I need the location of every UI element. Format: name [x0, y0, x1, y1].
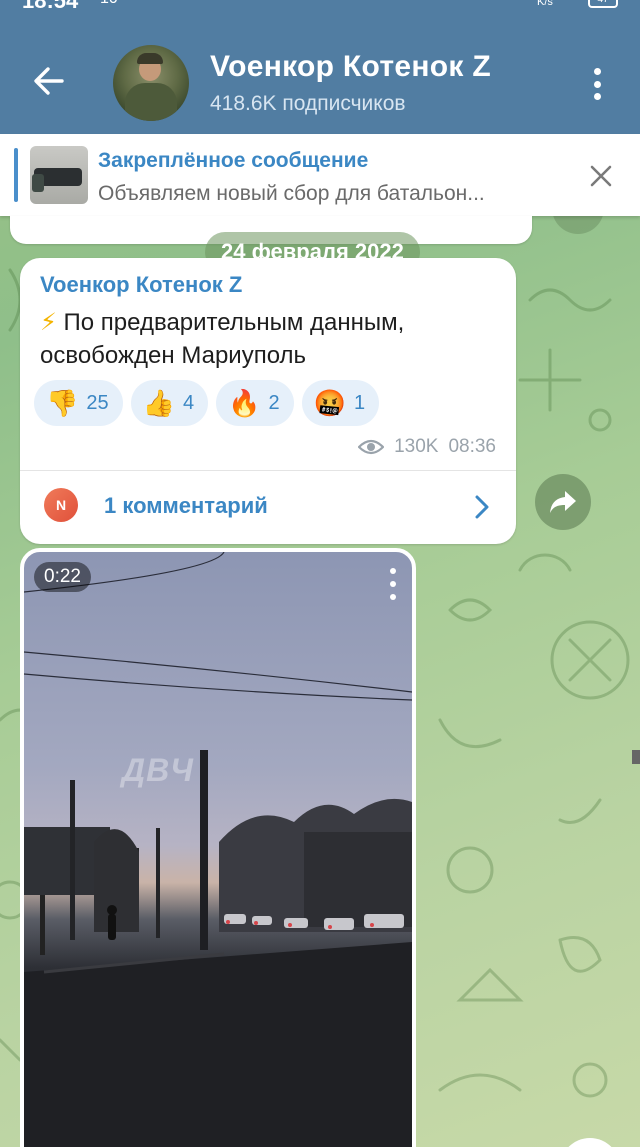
channel-avatar[interactable] [113, 45, 189, 121]
pinned-message-bar[interactable]: Закреплённое сообщение Объявляем новый с… [0, 134, 640, 216]
subscriber-count: 418.6K подписчиков [210, 92, 406, 115]
reaction-thumbs-down[interactable]: 👎 25 [34, 380, 123, 426]
back-button[interactable] [24, 56, 74, 106]
close-icon [590, 165, 612, 187]
battery-icon: 47 [588, 0, 618, 8]
floating-button-edge[interactable] [560, 1138, 620, 1147]
video-frame [24, 552, 412, 1147]
thumbs-down-icon: 👎 [46, 388, 79, 418]
fire-icon: 🔥 [228, 388, 261, 418]
post-time: 08:36 [448, 436, 496, 457]
status-network: 10 [100, 0, 118, 8]
share-icon [550, 491, 576, 513]
reaction-count: 1 [354, 391, 366, 414]
status-speed: K/s [537, 0, 553, 8]
status-time: 18:54 [22, 0, 78, 12]
back-arrow-icon [34, 67, 64, 95]
post-body: По предварительным данным, освобожден Ма… [40, 309, 405, 369]
video-watermark: ДВЧ [122, 752, 194, 788]
scrollbar[interactable] [632, 750, 640, 764]
view-count: 130K [394, 436, 439, 457]
post-author: Voенкор Котенок Z [40, 272, 243, 297]
chevron-right-icon [475, 495, 489, 519]
battery-level: 47 [597, 0, 608, 5]
post-meta: 130K 08:36 [358, 436, 496, 458]
reaction-thumbs-up[interactable]: 👍 4 [130, 380, 209, 426]
share-button[interactable] [535, 474, 591, 530]
reaction-count: 2 [268, 391, 280, 414]
reaction-count: 25 [86, 391, 109, 414]
chat-header: Voенкор Котенок Z 418.6K подписчиков [0, 12, 640, 134]
video-menu-button[interactable] [388, 568, 398, 600]
commenter-avatar: N [44, 488, 78, 522]
pinned-indicator [14, 148, 18, 202]
video-message[interactable]: 0:22 ДВЧ [20, 548, 416, 1147]
pinned-text: Объявляем новый сбор для батальон... [98, 182, 485, 205]
video-duration: 0:22 [34, 562, 91, 592]
lightning-icon: ⚡ [40, 309, 57, 336]
eye-icon [358, 439, 385, 455]
comments-label: 1 комментарий [104, 493, 268, 518]
channel-title[interactable]: Voенкор Котенок Z [210, 50, 491, 84]
status-bar: 18:54 10 K/s 47 [0, 0, 640, 12]
more-options-button[interactable] [582, 64, 612, 104]
comments-button[interactable]: N 1 комментарий [20, 471, 516, 544]
reaction-cursing-face[interactable]: 🤬 1 [301, 380, 380, 426]
more-vertical-icon [593, 68, 601, 75]
reaction-fire[interactable]: 🔥 2 [216, 380, 294, 426]
close-pinned-button[interactable] [585, 160, 617, 192]
cursing-face-icon: 🤬 [313, 388, 346, 418]
pinned-thumbnail [30, 146, 88, 204]
post-text: ⚡ По предварительным данным, освобожден … [40, 306, 508, 372]
pinned-title: Закреплённое сообщение [98, 149, 369, 172]
thumbs-up-icon: 👍 [142, 388, 175, 418]
more-vertical-icon [390, 568, 396, 574]
channel-post[interactable]: Voенкор Котенок Z ⚡ По предварительным д… [20, 258, 516, 544]
reactions-bar: 👎 25 👍 4 🔥 2 🤬 1 [34, 380, 380, 426]
reaction-count: 4 [183, 391, 195, 414]
